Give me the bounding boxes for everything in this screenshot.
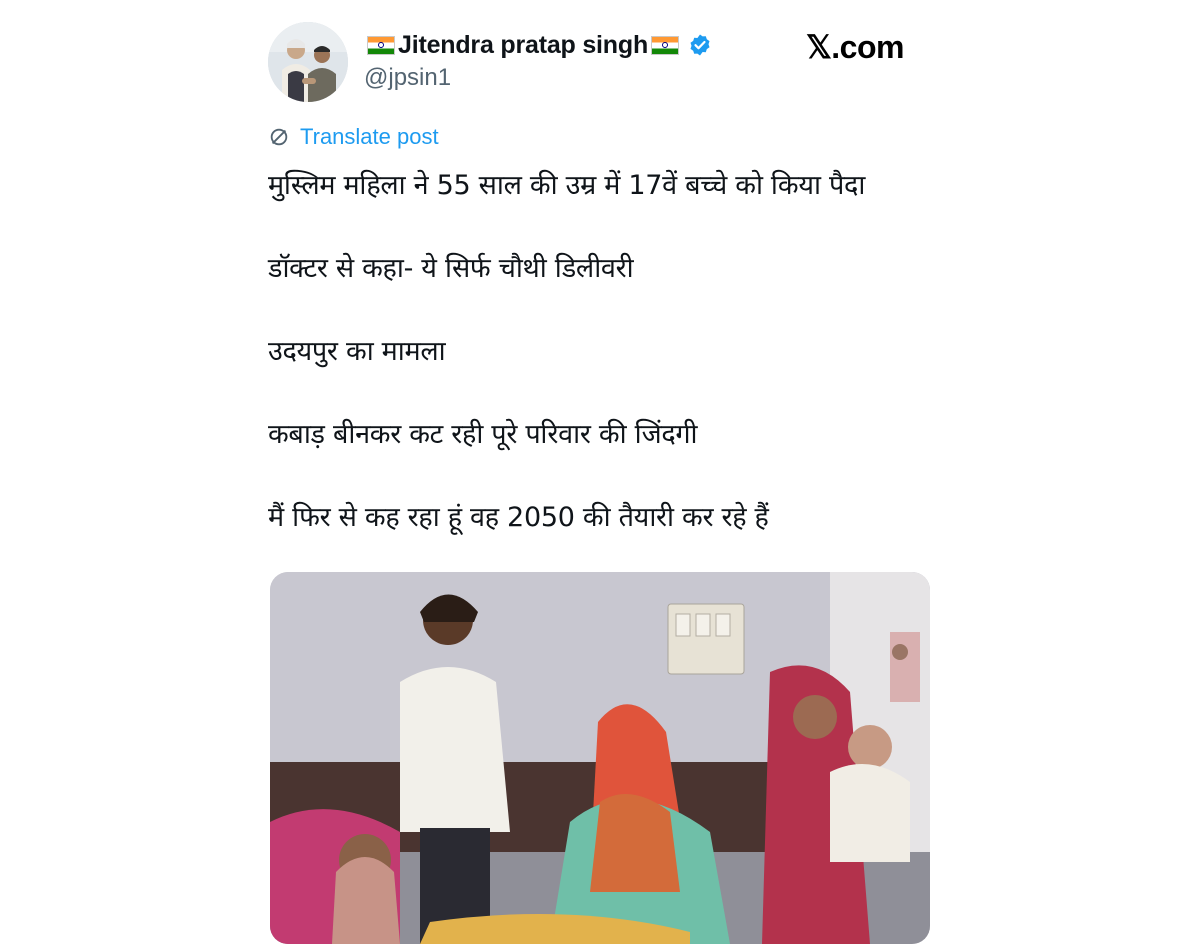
author-handle[interactable]: @jpsin1 xyxy=(364,64,712,92)
post-photo[interactable] xyxy=(270,572,930,944)
post-text-line: मुस्लिम महिला ने 55 साल की उम्र में 17वे… xyxy=(268,170,866,201)
india-flag-icon xyxy=(651,35,680,55)
post-text-line: कबाड़ बीनकर कट रही पूरे परिवार की जिंदगी xyxy=(268,419,698,450)
post-text-line: उदयपुर का मामला xyxy=(268,336,446,367)
india-flag-icon xyxy=(367,35,395,55)
author-block: Jitendra pratap singh @jpsin1 xyxy=(364,28,712,92)
avatar-image xyxy=(268,22,348,102)
translate-post-label[interactable]: Translate post xyxy=(300,124,439,150)
translate-globe-icon xyxy=(270,128,288,146)
author-avatar[interactable] xyxy=(268,22,348,102)
photo-illustration xyxy=(270,572,930,944)
author-name[interactable]: Jitendra pratap singh xyxy=(398,31,648,60)
post-text-line: मैं फिर से कह रहा हूं वह 2050 की तैयारी … xyxy=(268,502,769,533)
author-name-row[interactable]: Jitendra pratap singh xyxy=(364,28,712,62)
brand-logo: 𝕏.com xyxy=(806,29,904,65)
translate-post-link[interactable]: Translate post xyxy=(268,124,439,150)
verified-badge-icon xyxy=(690,34,710,56)
post-text-line: डॉक्टर से कहा- ये सिर्फ चौथी डिलीवरी xyxy=(268,253,634,284)
